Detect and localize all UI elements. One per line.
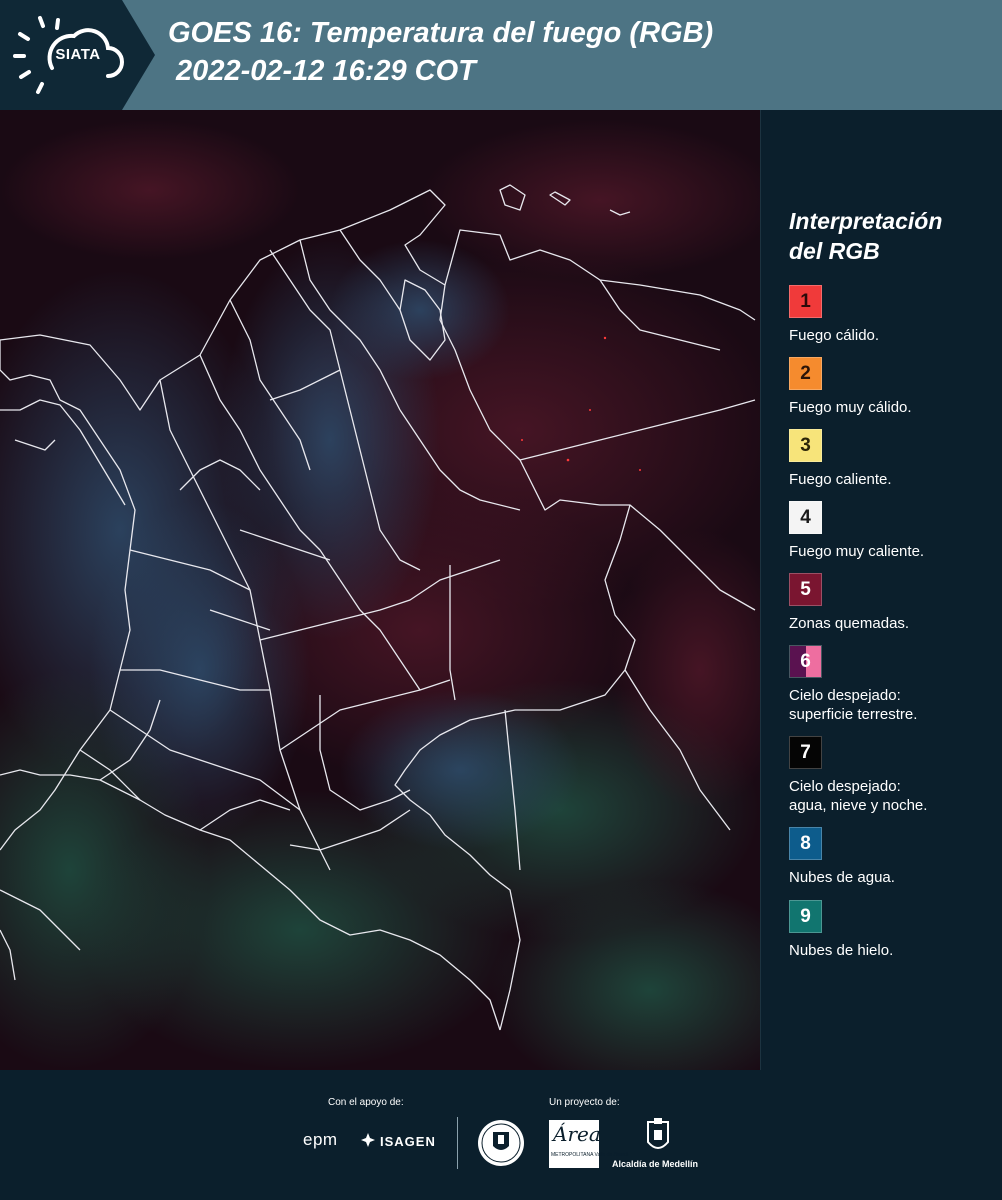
legend-swatch: 5 [789,573,822,606]
footer-divider [457,1117,458,1169]
legend-item: 4 Fuego muy caliente. [789,501,924,561]
legend-label: Zonas quemadas. [789,615,910,632]
legend-swatch: 1 [789,285,822,318]
logo-text: SIATA [55,46,101,63]
legend-label: Fuego cálido. [789,327,880,344]
legend-item: 3 Fuego caliente. [789,429,892,489]
legend-number: 4 [800,506,811,528]
map-image [0,110,760,1070]
legend-swatch: 2 [789,357,822,390]
legend-number: 7 [800,741,811,763]
legend-label: Fuego muy cálido. [789,399,912,416]
page-title: GOES 16: Temperatura del fuego (RGB) 202… [168,17,714,87]
project-label: Un proyecto de: [549,1097,620,1108]
legend-label: Cielo despejado: superficie terrestre. [789,687,918,723]
legend-swatch: 6 [789,645,822,678]
legend-swatch: 8 [789,827,822,860]
legend-number: 6 [800,650,811,672]
legend-item: 6 Cielo despejado: superficie terrestre. [789,645,917,724]
legend-item: 5 Zonas quemadas. [789,573,909,633]
rgb-legend: Interpretación del RGB 1 Fuego cálido. 2 Fu… [762,110,1002,1070]
legend-label: Fuego caliente. [789,471,892,488]
legend-label: Fuego muy caliente. [789,543,925,560]
legend-item: 7 Cielo despejado: agua, nieve y noche. [789,736,927,815]
isagen-mark-icon [361,1133,375,1147]
area-script: Área [553,1122,601,1146]
legend-number: 1 [800,290,811,312]
siata-logo: SIATA [0,0,155,110]
medellin-shield-icon [647,1118,669,1149]
area-small-text: METROPOLITANA Valle de Aburrá [551,1152,629,1158]
legend-item: 1 Fuego cálido. [789,285,879,345]
satellite-map [0,110,761,1070]
legend-item: 9 Nubes de hielo. [789,900,893,960]
alcaldia-logo-text: Alcaldía de Medellín [612,1159,699,1169]
university-seal-icon [478,1120,524,1166]
support-label: Con el apoyo de: [328,1097,404,1108]
legend-label: Nubes de agua. [789,869,895,886]
footer: Con el apoyo de: Un proyecto de: epm ISA… [0,1070,1002,1200]
legend-label: Nubes de hielo. [789,942,894,959]
area-metropolitana-logo: Área METROPOLITANA Valle de Aburrá [549,1120,628,1168]
legend-swatch: 4 [789,501,822,534]
legend-swatch: 7 [789,736,822,769]
legend-item: 8 Nubes de agua. [789,827,895,887]
legend-number: 8 [800,832,811,854]
legend-number: 9 [800,905,811,927]
legend-label: Cielo despejado: agua, nieve y noche. [789,778,928,814]
legend-title: Interpretación del RGB [789,208,943,264]
legend-item: 2 Fuego muy cálido. [789,357,912,417]
legend-swatch: 3 [789,429,822,462]
legend-number: 2 [800,362,811,384]
legend-swatch: 9 [789,900,822,933]
legend-number: 3 [800,434,811,456]
legend-number: 5 [800,578,811,600]
isagen-logo: ISAGEN [380,1134,436,1149]
header: SIATA GOES 16: Temperatura del fuego (RG… [0,0,1002,110]
epm-logo: epm [303,1130,338,1149]
